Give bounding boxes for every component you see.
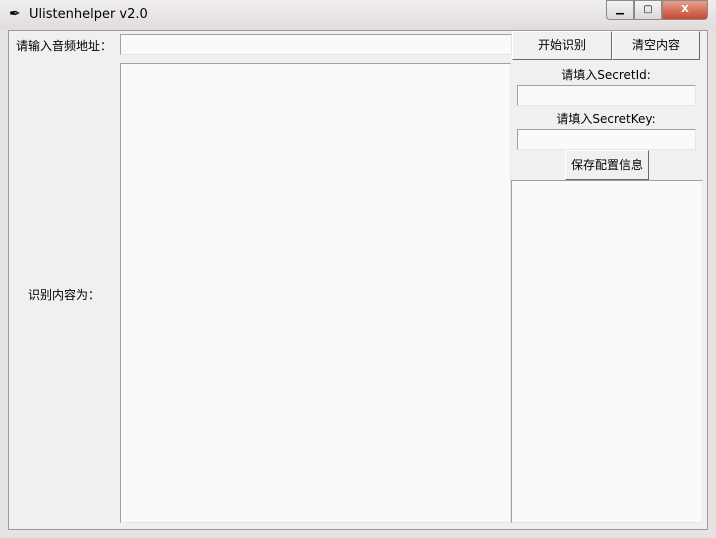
maximize-icon: ▢ bbox=[643, 4, 653, 15]
close-icon: X bbox=[681, 4, 689, 15]
secret-key-input[interactable] bbox=[517, 129, 696, 150]
secret-id-input[interactable] bbox=[517, 85, 696, 106]
feather-icon: ✒ bbox=[9, 6, 21, 22]
address-label: 请输入音频地址： bbox=[16, 39, 113, 53]
result-label: 识别内容为： bbox=[28, 288, 101, 302]
window-title: Ulistenhelper v2.0 bbox=[29, 7, 148, 22]
title-bar: ✒ Ulistenhelper v2.0 ▁ ▢ X bbox=[0, 0, 716, 30]
close-button[interactable]: X bbox=[662, 0, 708, 20]
save-config-button[interactable]: 保存配置信息 bbox=[565, 150, 649, 180]
main-window: 请输入音频地址： 开始识别 清空内容 识别内容为： 请填入SecretId: 请… bbox=[8, 30, 708, 530]
minimize-button[interactable]: ▁ bbox=[606, 0, 634, 20]
secret-key-label: 请填入SecretKey: bbox=[556, 112, 656, 126]
result-textarea[interactable] bbox=[120, 63, 511, 523]
minimize-icon: ▁ bbox=[616, 4, 624, 15]
maximize-button[interactable]: ▢ bbox=[634, 0, 662, 20]
clear-content-button[interactable]: 清空内容 bbox=[612, 31, 700, 60]
secret-id-label: 请填入SecretId: bbox=[561, 68, 651, 82]
start-recognition-button[interactable]: 开始识别 bbox=[512, 31, 612, 60]
address-input[interactable] bbox=[120, 34, 512, 55]
log-textarea[interactable] bbox=[511, 180, 703, 523]
